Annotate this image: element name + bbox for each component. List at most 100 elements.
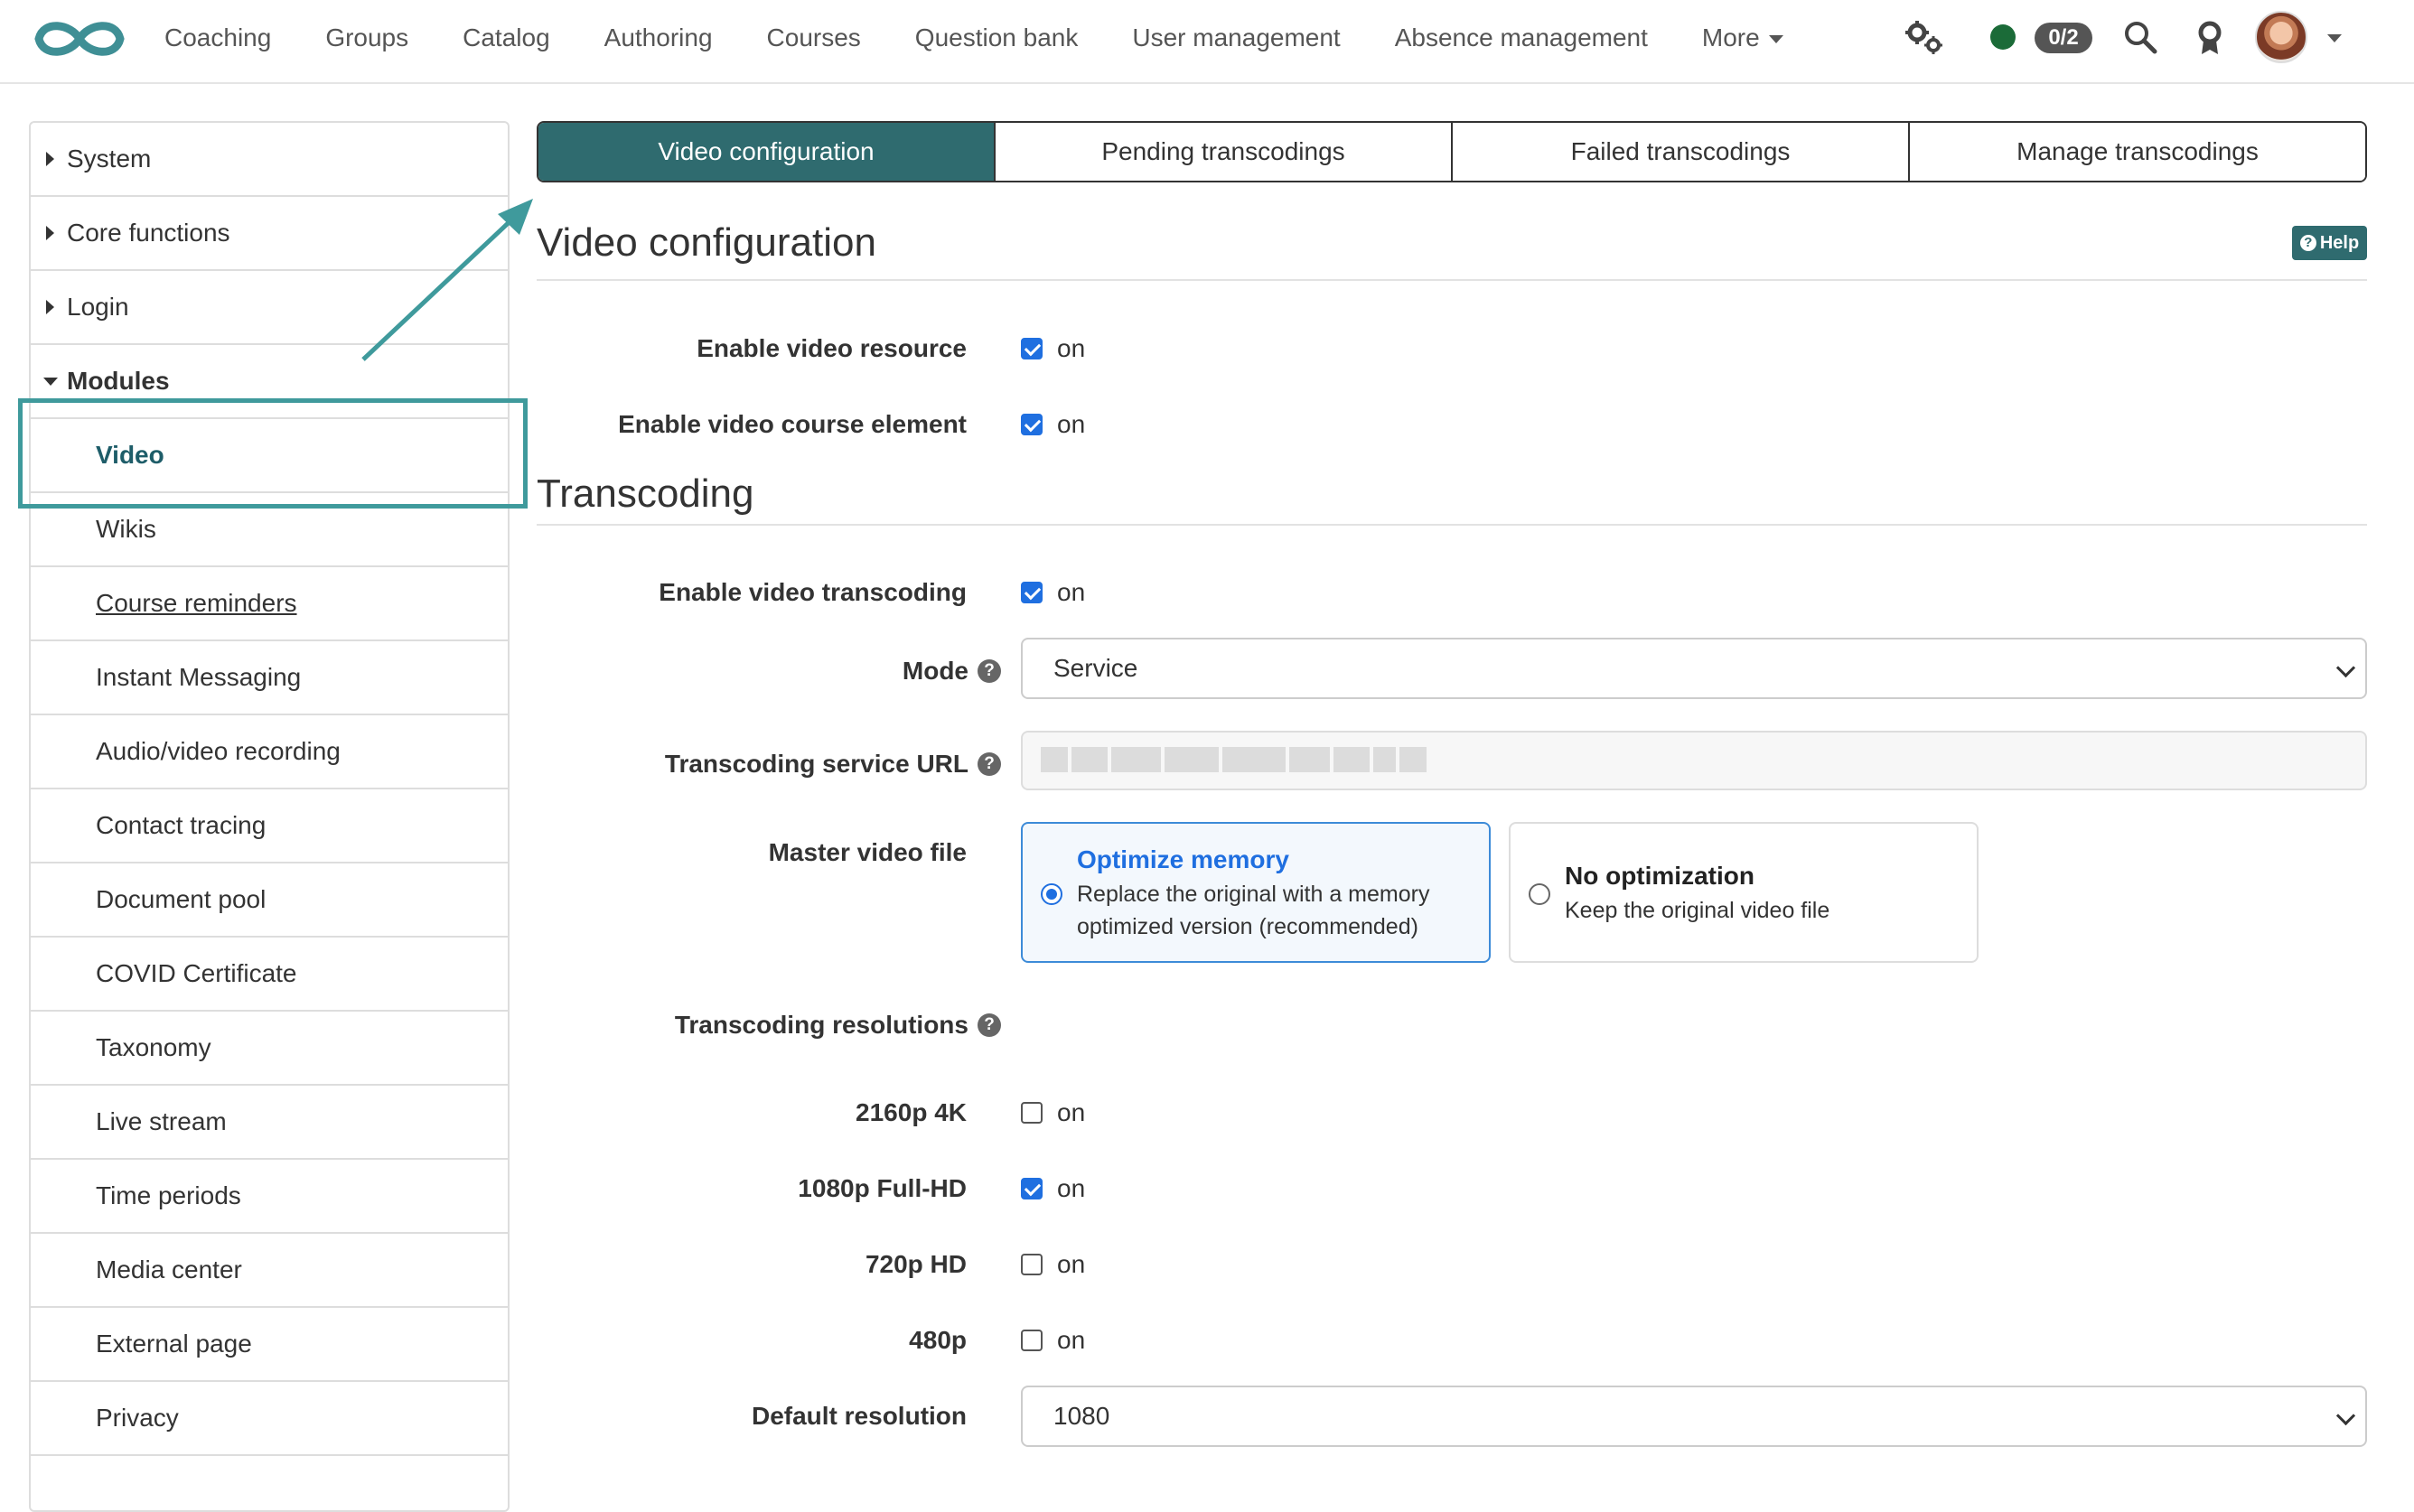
no-optimization-description: Keep the original video file	[1565, 898, 1830, 923]
transcoding-resolutions-label-text: Transcoding resolutions	[674, 1011, 968, 1039]
search-icon[interactable]	[2122, 19, 2158, 55]
sidebar-item-label: External page	[96, 1330, 252, 1358]
mode-select-value: Service	[1053, 654, 1138, 682]
admin-sidebar: System Core functions Login Modules Vide…	[29, 121, 510, 1512]
mode-label-text: Mode	[902, 657, 968, 685]
sidebar-item-label: System	[67, 145, 152, 173]
sidebar-item-modules[interactable]: Modules	[31, 345, 508, 419]
nav-question-bank[interactable]: Question bank	[915, 23, 1079, 52]
sidebar-item-label: Media center	[96, 1255, 242, 1283]
app-logo-icon[interactable]	[31, 13, 128, 65]
nav-more[interactable]: More	[1702, 23, 1783, 52]
transcoding-resolutions-label: Transcoding resolutions?	[675, 1011, 1001, 1040]
main-nav: Coaching Groups Catalog Authoring Course…	[164, 0, 1838, 76]
nav-catalog[interactable]: Catalog	[463, 23, 550, 52]
sidebar-item-contact-tracing[interactable]: Contact tracing	[31, 789, 508, 863]
transcoding-service-url-label-text: Transcoding service URL	[664, 750, 968, 778]
sidebar-item-label: Taxonomy	[96, 1033, 211, 1061]
transcoding-service-url-label: Transcoding service URL?	[665, 750, 1001, 779]
no-optimization-radio[interactable]	[1529, 883, 1550, 905]
award-badge-icon[interactable]	[2195, 20, 2224, 56]
nav-user-management[interactable]: User management	[1132, 23, 1340, 52]
sidebar-item-media-center[interactable]: Media center	[31, 1234, 508, 1308]
default-resolution-select[interactable]: 1080	[1021, 1386, 2367, 1447]
sidebar-item-taxonomy[interactable]: Taxonomy	[31, 1012, 508, 1086]
sidebar-item-live-stream[interactable]: Live stream	[31, 1086, 508, 1160]
chevron-down-icon[interactable]	[2327, 34, 2342, 42]
sidebar-item-label: Video	[96, 441, 164, 469]
sidebar-item-label: Document pool	[96, 885, 267, 913]
sidebar-item-external-page[interactable]: External page	[31, 1308, 508, 1382]
checkbox-text: on	[1057, 1174, 1086, 1202]
tab-failed-transcodings[interactable]: Failed transcodings	[1451, 123, 1908, 181]
help-question-icon[interactable]: ?	[978, 659, 1001, 683]
page-title: Video configuration	[537, 220, 876, 265]
transcoding-section-title: Transcoding	[537, 471, 754, 516]
resolution-2160p-checkbox[interactable]	[1021, 1102, 1043, 1124]
sidebar-item-login[interactable]: Login	[31, 271, 508, 345]
divider	[537, 279, 2367, 281]
sidebar-item-label: Login	[67, 293, 129, 321]
sidebar-item-document-pool[interactable]: Document pool	[31, 863, 508, 938]
help-button[interactable]: ? Help	[2292, 226, 2367, 260]
no-optimization-title: No optimization	[1565, 862, 1754, 890]
nav-courses[interactable]: Courses	[767, 23, 861, 52]
divider	[537, 524, 2367, 526]
sidebar-item-course-reminders[interactable]: Course reminders	[31, 567, 508, 641]
question-icon: ?	[2299, 235, 2316, 251]
nav-groups[interactable]: Groups	[325, 23, 408, 52]
nav-absence-management[interactable]: Absence management	[1395, 23, 1648, 52]
help-question-icon[interactable]: ?	[978, 752, 1001, 776]
online-status-icon[interactable]	[1990, 24, 2016, 50]
resolution-1080p-label: 1080p Full-HD	[798, 1174, 967, 1202]
sidebar-item-instant-messaging[interactable]: Instant Messaging	[31, 641, 508, 715]
resolution-1080p-checkbox[interactable]	[1021, 1178, 1043, 1199]
sidebar-item-label: Privacy	[96, 1404, 179, 1432]
sidebar-item-label: Instant Messaging	[96, 663, 302, 691]
sidebar-item-label: Live stream	[96, 1107, 227, 1135]
tab-pending-transcodings[interactable]: Pending transcodings	[994, 123, 1451, 181]
no-optimization-option[interactable]: No optimization Keep the original video …	[1509, 822, 1979, 963]
sidebar-item-covid-certificate[interactable]: COVID Certificate	[31, 938, 508, 1012]
nav-coaching[interactable]: Coaching	[164, 23, 271, 52]
help-question-icon[interactable]: ?	[978, 1013, 1001, 1037]
default-resolution-label: Default resolution	[751, 1402, 967, 1430]
notification-badge[interactable]: 0/2	[2035, 23, 2092, 53]
mode-label: Mode?	[903, 657, 1001, 686]
sidebar-item-time-periods[interactable]: Time periods	[31, 1160, 508, 1234]
caret-right-icon	[46, 226, 54, 240]
resolution-480p-checkbox[interactable]	[1021, 1330, 1043, 1351]
top-navbar: Coaching Groups Catalog Authoring Course…	[0, 0, 2414, 84]
optimize-memory-radio[interactable]	[1041, 883, 1062, 905]
tab-video-configuration[interactable]: Video configuration	[538, 123, 994, 181]
chevron-down-icon	[2335, 1405, 2356, 1426]
optimize-memory-option[interactable]: Optimize memory Replace the original wit…	[1021, 822, 1491, 963]
resolution-480p-label: 480p	[909, 1326, 967, 1354]
default-resolution-value: 1080	[1053, 1402, 1110, 1430]
nav-authoring[interactable]: Authoring	[604, 23, 713, 52]
optimize-memory-title: Optimize memory	[1077, 845, 1289, 873]
enable-video-course-element-checkbox[interactable]	[1021, 414, 1043, 435]
checkbox-text: on	[1057, 334, 1086, 362]
mode-select[interactable]: Service	[1021, 638, 2367, 699]
chevron-down-icon	[2335, 658, 2356, 678]
sidebar-item-privacy[interactable]: Privacy	[31, 1382, 508, 1456]
resolution-720p-checkbox[interactable]	[1021, 1254, 1043, 1275]
enable-video-transcoding-checkbox[interactable]	[1021, 582, 1043, 603]
checkbox-text: on	[1057, 1250, 1086, 1278]
sidebar-item-wikis[interactable]: Wikis	[31, 493, 508, 567]
enable-video-resource-checkbox[interactable]	[1021, 338, 1043, 359]
resolution-720p-label: 720p HD	[865, 1250, 967, 1278]
sidebar-item-video[interactable]: Video	[31, 419, 508, 493]
user-avatar[interactable]	[2255, 11, 2307, 63]
sidebar-item-core-functions[interactable]: Core functions	[31, 197, 508, 271]
chevron-down-icon	[1768, 35, 1783, 44]
admin-gears-icon[interactable]	[1904, 20, 1944, 56]
sidebar-item-audio-video-recording[interactable]: Audio/video recording	[31, 715, 508, 789]
enable-video-course-element-label: Enable video course element	[618, 410, 967, 438]
resolution-2160p-label: 2160p 4K	[856, 1098, 967, 1126]
tab-manage-transcodings[interactable]: Manage transcodings	[1908, 123, 2365, 181]
sidebar-item-label: Modules	[67, 367, 170, 395]
sidebar-item-system[interactable]: System	[31, 123, 508, 197]
transcoding-service-url-input[interactable]	[1021, 731, 2367, 790]
